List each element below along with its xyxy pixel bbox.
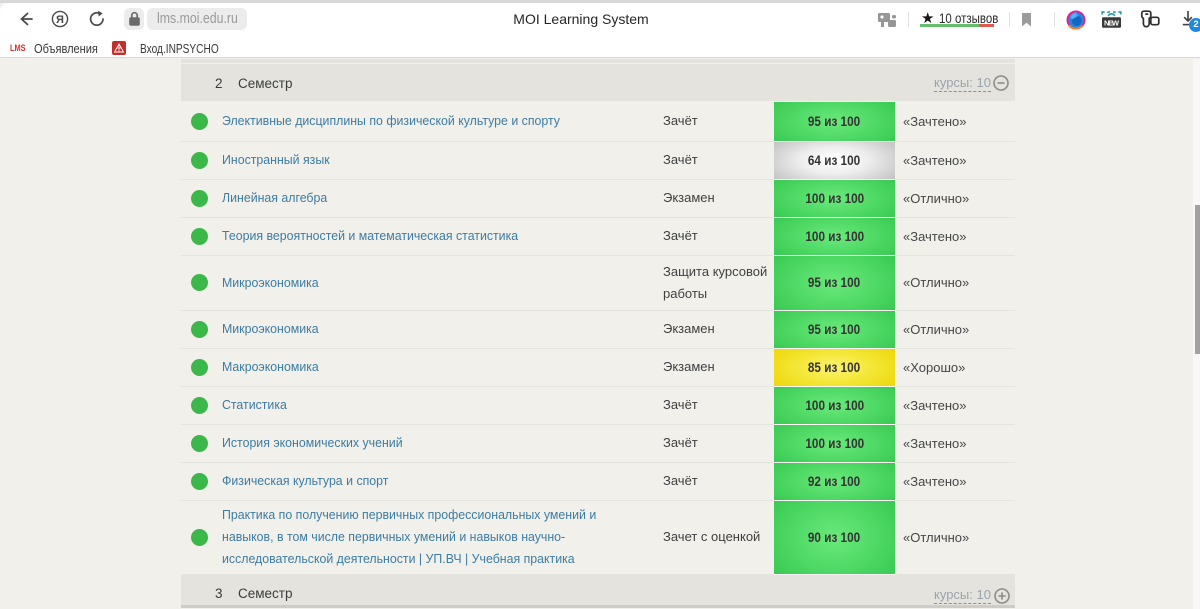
- svg-text:Я: Я: [56, 14, 64, 26]
- svg-text:NEW: NEW: [1104, 18, 1120, 27]
